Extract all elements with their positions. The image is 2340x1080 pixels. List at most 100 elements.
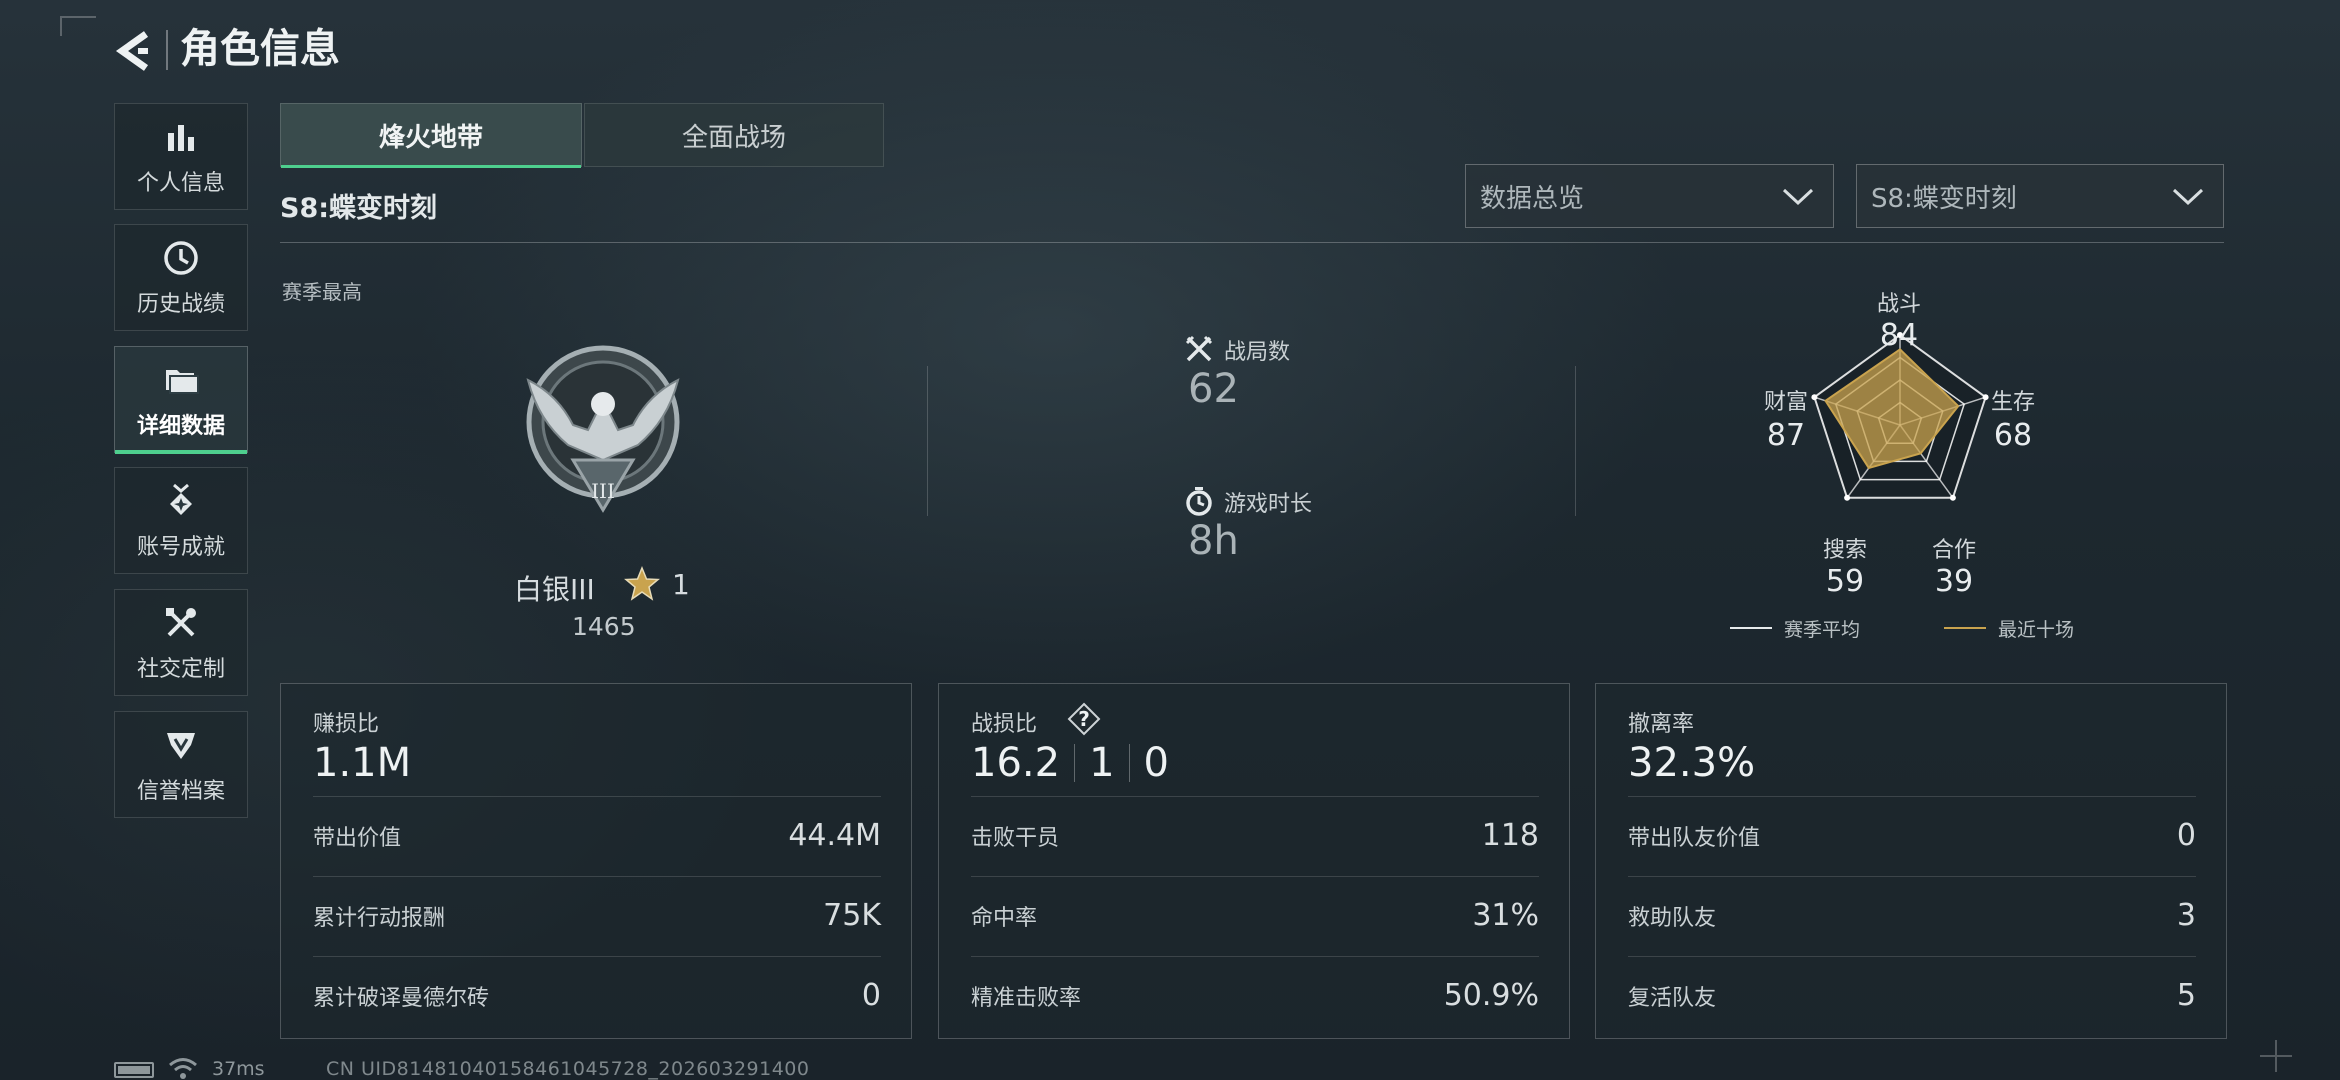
plus-decoration-icon — [2260, 1040, 2292, 1072]
stat-row: 复活队友 5 — [1628, 956, 2196, 1034]
extraction-panel: 撤离率 32.3% 带出队友价值 0 救助队友 3 复活队友 5 — [1595, 683, 2227, 1039]
sidebar-item-label: 个人信息 — [136, 170, 225, 196]
stat-row-value: 75K — [823, 898, 881, 933]
corner-decoration — [60, 16, 96, 36]
legend-season-avg: 赛季平均 — [1784, 619, 1861, 641]
season-dropdown-value: S8:蝶变时刻 — [1871, 183, 2017, 214]
radar-label-combat: 战斗 — [1876, 292, 1921, 317]
sidebar-item-detailed-data[interactable]: 详细数据 — [114, 346, 248, 454]
sidebar-item-label: 账号成就 — [136, 534, 225, 560]
radar-label-cooperation: 合作 — [1931, 538, 1976, 563]
playtime-value: 8h — [1188, 518, 1239, 564]
stat-row-label: 复活队友 — [1628, 985, 1717, 1011]
crossed-swords-icon — [1185, 335, 1213, 362]
kda-separator — [1074, 744, 1076, 782]
legend-swatch-recent-ten — [1944, 627, 1986, 629]
ping-readout: 37ms — [212, 1058, 265, 1080]
sidebar-item-label: 信誉档案 — [136, 778, 225, 804]
star-icon — [624, 566, 660, 601]
radar-label-search: 搜索 — [1822, 538, 1867, 563]
season-best-label: 赛季最高 — [282, 280, 362, 304]
clock-icon — [164, 240, 198, 275]
battery-icon — [114, 1062, 154, 1078]
radar-label-survival: 生存 — [1990, 390, 2035, 415]
extraction-value: 32.3% — [1628, 740, 1756, 786]
combat-panel: 战损比 ? 16.2 1 0 击败干员 118 命中率 31% 精准击败率 50… — [938, 683, 1570, 1039]
stat-row: 救助队友 3 — [1628, 876, 2196, 954]
sidebar-item-label: 详细数据 — [136, 413, 225, 439]
stat-row: 带出价值 44.4M — [313, 796, 881, 874]
stat-row: 精准击败率 50.9% — [971, 956, 1539, 1034]
stat-row-value: 0 — [861, 978, 881, 1013]
stat-row-label: 命中率 — [971, 905, 1038, 931]
combat-label: 战损比 — [971, 712, 1038, 737]
mode-dropdown[interactable]: 数据总览 — [1465, 164, 1834, 228]
stat-row-value: 5 — [2176, 978, 2196, 1013]
radar-value-combat: 84 — [1879, 318, 1919, 353]
chevron-down-icon — [1782, 188, 1814, 206]
page-title: 角色信息 — [180, 26, 340, 72]
stat-row-label: 精准击败率 — [971, 985, 1082, 1011]
legend-swatch-season-avg — [1730, 627, 1772, 629]
stat-row-value: 0 — [2176, 818, 2196, 853]
season-dropdown[interactable]: S8:蝶变时刻 — [1856, 164, 2224, 228]
stat-row: 带出队友价值 0 — [1628, 796, 2196, 874]
playtime-label: 游戏时长 — [1224, 492, 1313, 517]
stat-row-label: 带出队友价值 — [1628, 825, 1761, 851]
sidebar-item-profile[interactable]: 个人信息 — [114, 103, 248, 210]
medal-icon — [170, 483, 192, 515]
radar-value-wealth: 87 — [1766, 418, 1806, 453]
uid-readout: CN UID8148104015846104572​8_202603291400 — [326, 1058, 810, 1080]
kda-separator — [1128, 744, 1130, 782]
radar-vertex-search — [1844, 494, 1851, 501]
radar-vertex-cooperation — [1949, 494, 1956, 501]
header-separator — [166, 30, 168, 70]
rank-badge-icon: III — [526, 345, 680, 513]
stat-row: 击败干员 118 — [971, 796, 1539, 874]
stat-row: 累计行动报酬 75K — [313, 876, 881, 954]
stat-row-label: 救助队友 — [1628, 905, 1717, 931]
stat-row-label: 击败干员 — [971, 825, 1060, 851]
divider — [927, 366, 928, 516]
stat-row-value: 44.4M — [788, 818, 881, 853]
profit-value: 1.1M — [313, 740, 412, 786]
tab-hazard-zone[interactable]: 烽火地带 — [280, 103, 582, 168]
chevron-down-icon — [2172, 188, 2204, 206]
divider — [280, 242, 2224, 243]
rank-points: 1465 — [572, 612, 636, 641]
rank-name: 白银III — [514, 573, 595, 606]
sidebar-item-label: 社交定制 — [136, 656, 225, 682]
radar-value-cooperation: 39 — [1934, 564, 1974, 599]
profit-label: 赚损比 — [313, 712, 380, 737]
stat-row-label: 带出价值 — [313, 825, 402, 851]
shield-wings-icon — [167, 732, 195, 759]
profit-panel: 赚损比 1.1M 带出价值 44.4M 累计行动报酬 75K 累计破译曼德尔砖 … — [280, 683, 912, 1039]
sidebar-item-history[interactable]: 历史战绩 — [114, 224, 248, 331]
kda-deaths: 1 — [1089, 740, 1115, 786]
sidebar-item-social[interactable]: 社交定制 — [114, 589, 248, 696]
stat-row: 累计破译曼德尔砖 0 — [313, 956, 881, 1034]
stopwatch-icon — [1186, 487, 1212, 516]
kda-other: 0 — [1143, 740, 1169, 786]
radar-label-wealth: 财富 — [1763, 390, 1808, 415]
matches-label: 战局数 — [1224, 340, 1291, 365]
stat-row-label: 累计行动报酬 — [313, 905, 446, 931]
tab-full-battlefield[interactable]: 全面战场 — [584, 103, 884, 167]
back-arrow-icon[interactable] — [112, 28, 158, 74]
svg-text:III: III — [591, 479, 615, 503]
radar-value-survival: 68 — [1993, 418, 2033, 453]
tools-icon — [166, 607, 196, 636]
sidebar-item-achievements[interactable]: 账号成就 — [114, 467, 248, 574]
wifi-icon — [169, 1058, 197, 1079]
legend-recent-ten: 最近十场 — [1998, 619, 2075, 641]
extraction-label: 撤离率 — [1628, 712, 1695, 737]
mode-dropdown-value: 数据总览 — [1480, 183, 1585, 214]
stat-row-value: 31% — [1472, 898, 1539, 933]
kda-ratio: 16.2 — [971, 740, 1061, 786]
sidebar-item-reputation[interactable]: 信誉档案 — [114, 711, 248, 818]
folder-icon — [166, 369, 199, 394]
stat-row: 命中率 31% — [971, 876, 1539, 954]
kda-values: 16.2 1 0 — [971, 740, 1169, 786]
radar-value-search: 59 — [1825, 564, 1865, 599]
help-icon[interactable]: ? — [1067, 702, 1101, 736]
